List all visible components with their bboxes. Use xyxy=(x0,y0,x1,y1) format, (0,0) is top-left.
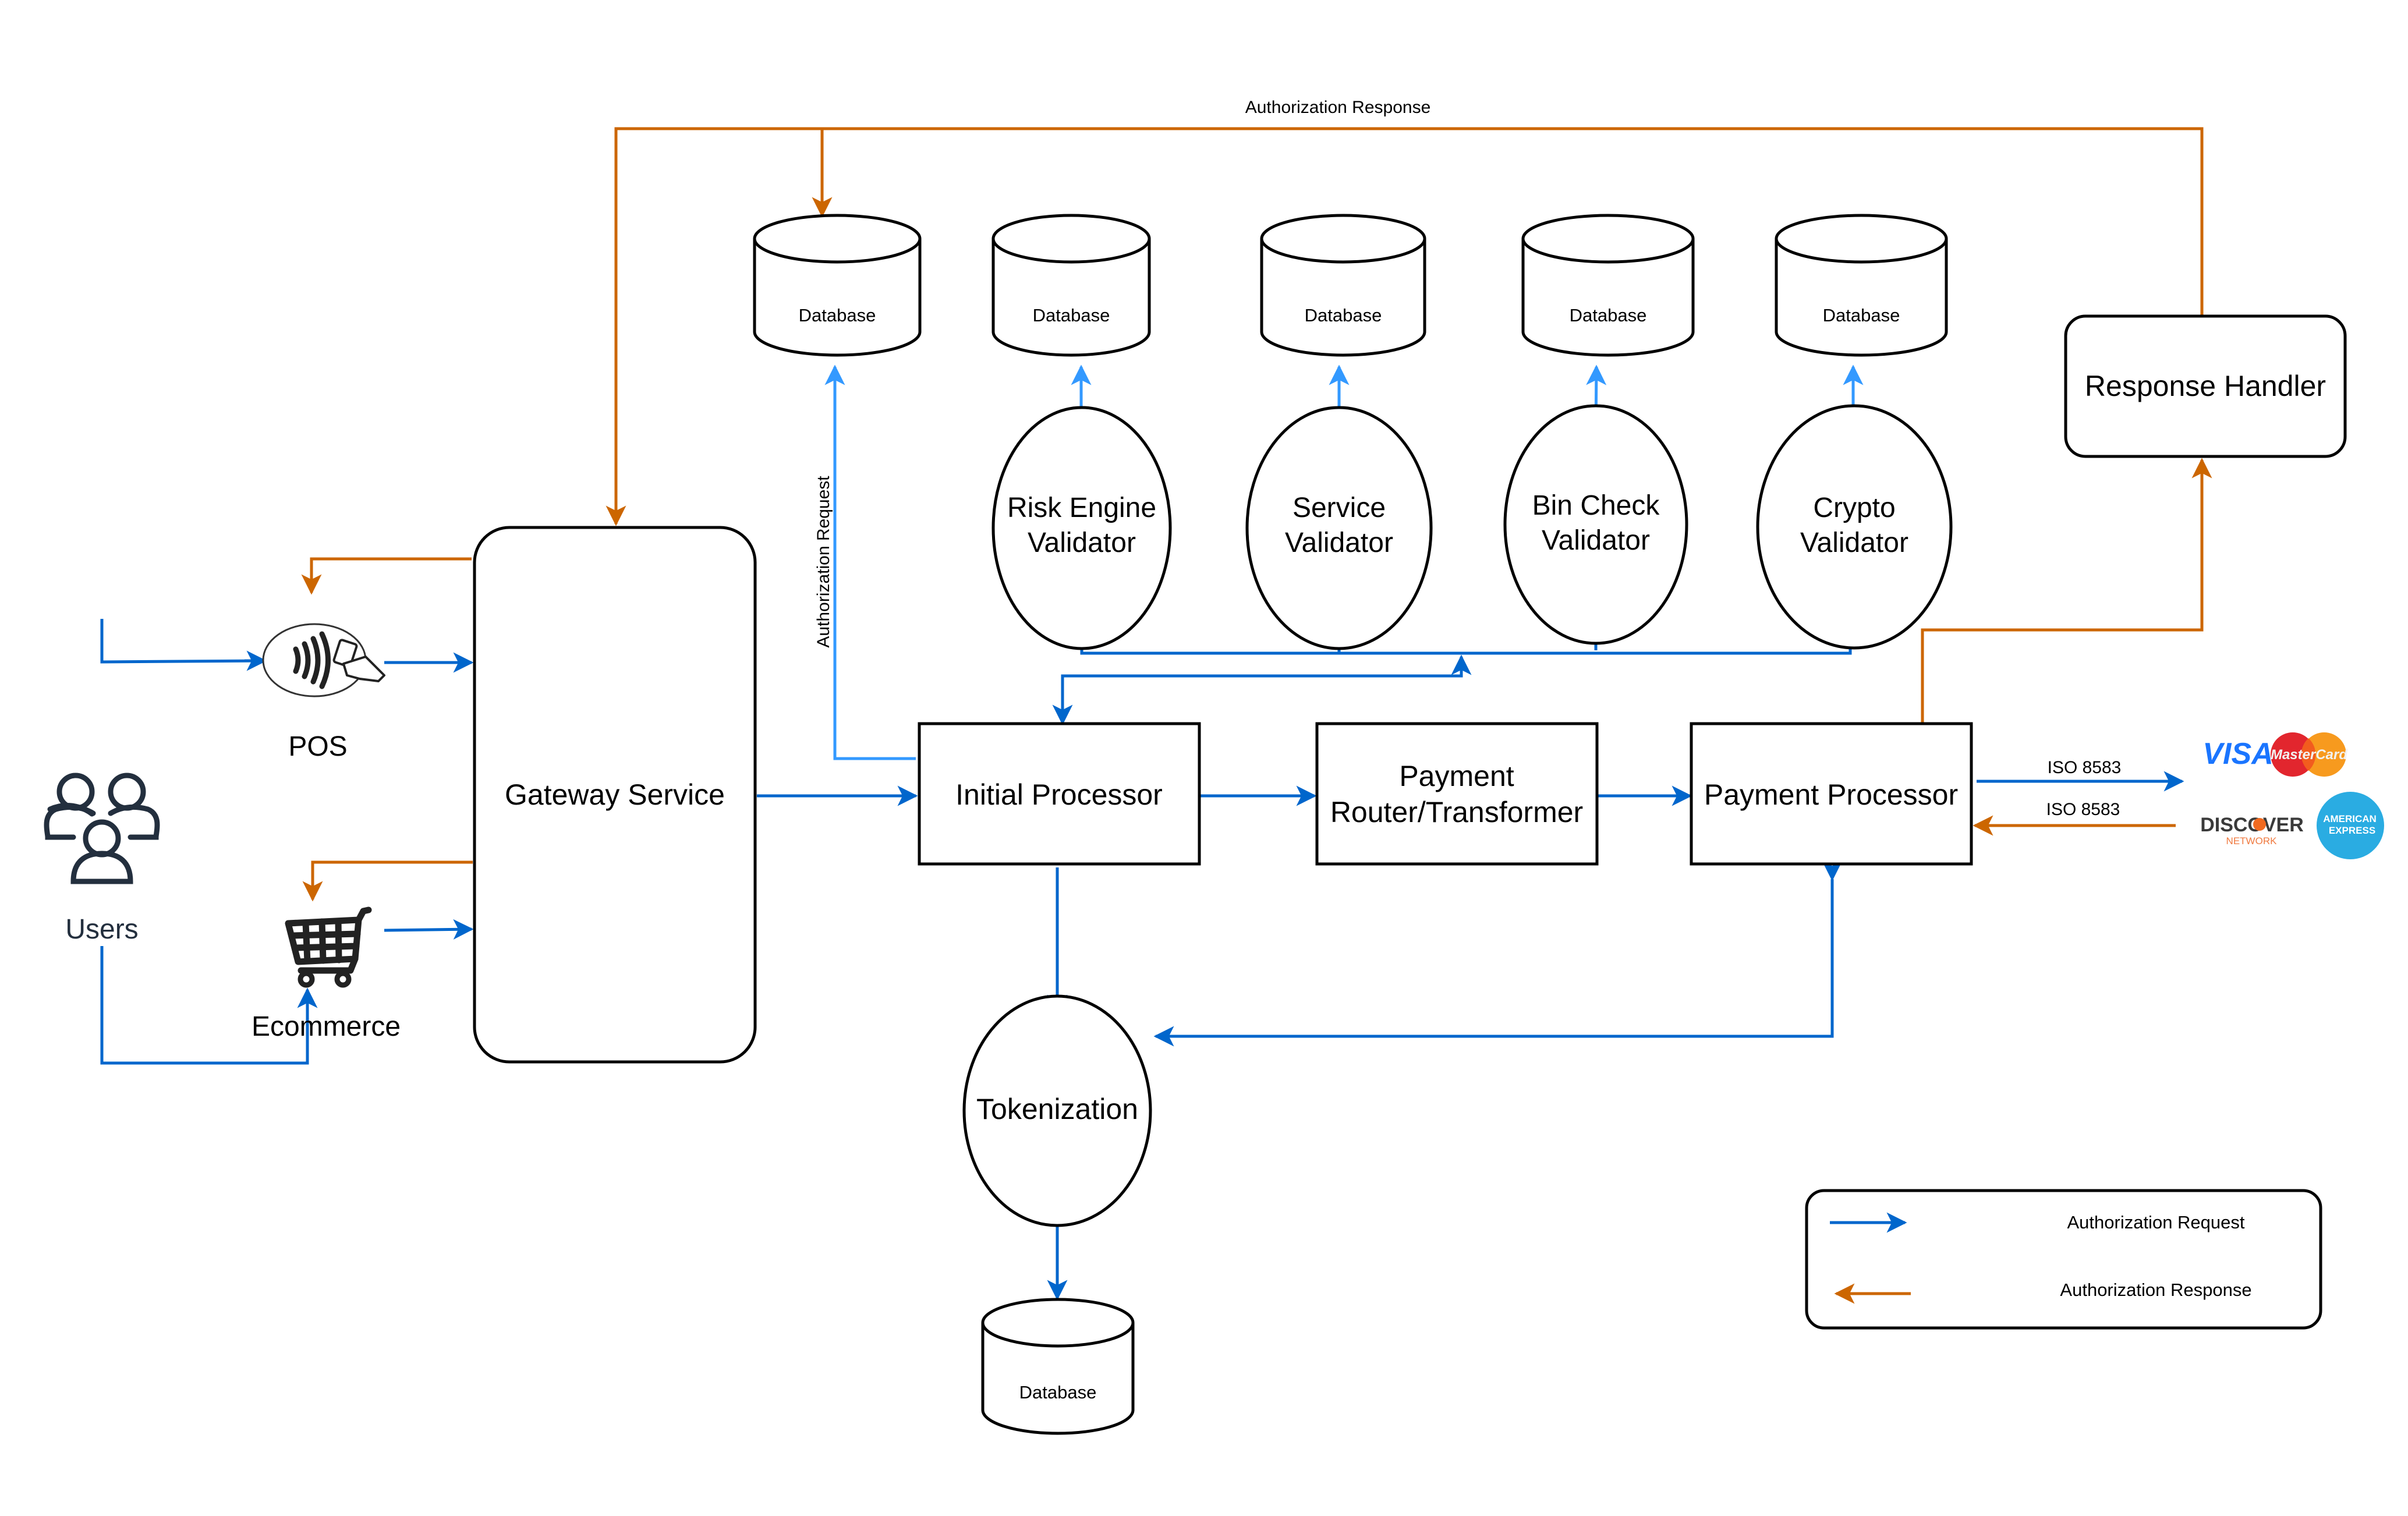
edge-gateway-to-ecommerce xyxy=(302,860,473,902)
edge-label-top-response: Authorization Response xyxy=(1245,98,1431,117)
database-bincheck[interactable]: Database xyxy=(1521,214,1695,357)
visa-logo-text: VISA xyxy=(2202,737,2273,771)
gateway-service-node[interactable]: Gateway Service xyxy=(473,526,757,1064)
database-service-label: Database xyxy=(1305,305,1382,325)
amex-line2-text: EXPRESS xyxy=(2329,825,2375,836)
bin-check-validator-line1: Bin Check xyxy=(1532,490,1660,521)
service-validator[interactable]: Service Validator xyxy=(1245,406,1433,650)
risk-engine-validator-line2: Validator xyxy=(1028,527,1136,558)
database-risk-label: Database xyxy=(1033,305,1110,325)
contactless-payment-icon[interactable] xyxy=(262,623,385,697)
bin-check-validator-line2: Validator xyxy=(1542,525,1650,556)
database-bincheck-label: Database xyxy=(1570,305,1647,325)
response-handler-label: Response Handler xyxy=(2085,370,2326,402)
edge-label-vertical-request: Authorization Request xyxy=(814,476,833,648)
edge-validator-bus xyxy=(1080,619,1852,655)
payment-processor-label: Payment Processor xyxy=(1704,778,1958,811)
database-initial[interactable]: Database xyxy=(753,214,922,357)
amex-logo: AMERICAN EXPRESS xyxy=(2317,792,2384,859)
edge-ecommerce-to-gateway xyxy=(384,919,474,940)
tokenization-node[interactable]: Tokenization xyxy=(962,994,1152,1227)
edge-payment-processor-to-response-handler xyxy=(1921,458,2212,726)
service-validator-line2: Validator xyxy=(1285,527,1393,558)
crypto-validator-line2: Validator xyxy=(1800,527,1908,558)
edge-payment-processor-to-tokenization xyxy=(1153,860,1843,1047)
service-validator-line1: Service xyxy=(1292,493,1386,523)
initial-processor-node[interactable]: Initial Processor xyxy=(918,722,1201,866)
edge-gateway-to-pos xyxy=(301,557,472,595)
architecture-diagram: Authorization Response Authorization Req… xyxy=(44,98,2384,1435)
database-initial-label: Database xyxy=(799,305,876,325)
database-tokenization[interactable]: Database xyxy=(981,1298,1135,1435)
edge-initial-to-validators xyxy=(1061,654,1472,722)
crypto-validator[interactable]: Crypto Validator xyxy=(1756,404,1953,650)
legend: Authorization Request Authorization Resp… xyxy=(1805,1189,2322,1330)
payment-router-label-line2: Router/Transformer xyxy=(1330,796,1583,828)
users-label: Users xyxy=(65,914,138,945)
edge-users-to-ecommerce xyxy=(100,946,318,1065)
response-handler-node[interactable]: Response Handler xyxy=(2064,314,2347,458)
discover-logo-text: DISCOVER xyxy=(2200,814,2304,836)
risk-engine-validator[interactable]: Risk Engine Validator xyxy=(991,406,1172,650)
risk-engine-validator-line1: Risk Engine xyxy=(1007,493,1156,523)
ecommerce-label: Ecommerce xyxy=(252,1011,401,1042)
discover-network-text: NETWORK xyxy=(2226,835,2278,846)
database-service[interactable]: Database xyxy=(1260,214,1426,357)
tokenization-label: Tokenization xyxy=(976,1093,1138,1125)
legend-request-label: Authorization Request xyxy=(2067,1212,2244,1232)
crypto-validator-line1: Crypto xyxy=(1813,493,1895,523)
pos-label: POS xyxy=(288,731,347,762)
payment-router-label-line1: Payment xyxy=(1399,760,1514,792)
initial-processor-label: Initial Processor xyxy=(955,778,1163,811)
database-crypto-label: Database xyxy=(1823,305,1900,325)
edge-users-to-pos xyxy=(100,619,264,664)
gateway-service-label: Gateway Service xyxy=(505,778,725,811)
bin-check-validator[interactable]: Bin Check Validator xyxy=(1503,404,1688,645)
users-group-icon xyxy=(44,773,160,884)
payment-processor-node[interactable]: Payment Processor xyxy=(1690,722,1973,866)
mastercard-logo: MasterCard xyxy=(2271,732,2348,777)
database-tokenization-label: Database xyxy=(1019,1382,1097,1402)
edge-initial-to-initial-db xyxy=(824,364,916,760)
edge-label-iso-out: ISO 8583 xyxy=(2048,758,2122,777)
amex-line1-text: AMERICAN xyxy=(2323,813,2377,824)
edge-label-iso-in: ISO 8583 xyxy=(2046,800,2120,819)
database-crypto[interactable]: Database xyxy=(1775,214,1948,357)
visa-logo: VISA xyxy=(2202,737,2273,771)
discover-logo: DISCOVER NETWORK xyxy=(2200,814,2304,846)
database-risk[interactable]: Database xyxy=(991,214,1151,357)
payment-router-node[interactable]: Payment Router/Transformer xyxy=(1315,722,1599,866)
shopping-cart-icon[interactable] xyxy=(285,906,372,988)
mastercard-logo-text: MasterCard xyxy=(2271,747,2348,763)
legend-response-label: Authorization Response xyxy=(2060,1280,2251,1300)
